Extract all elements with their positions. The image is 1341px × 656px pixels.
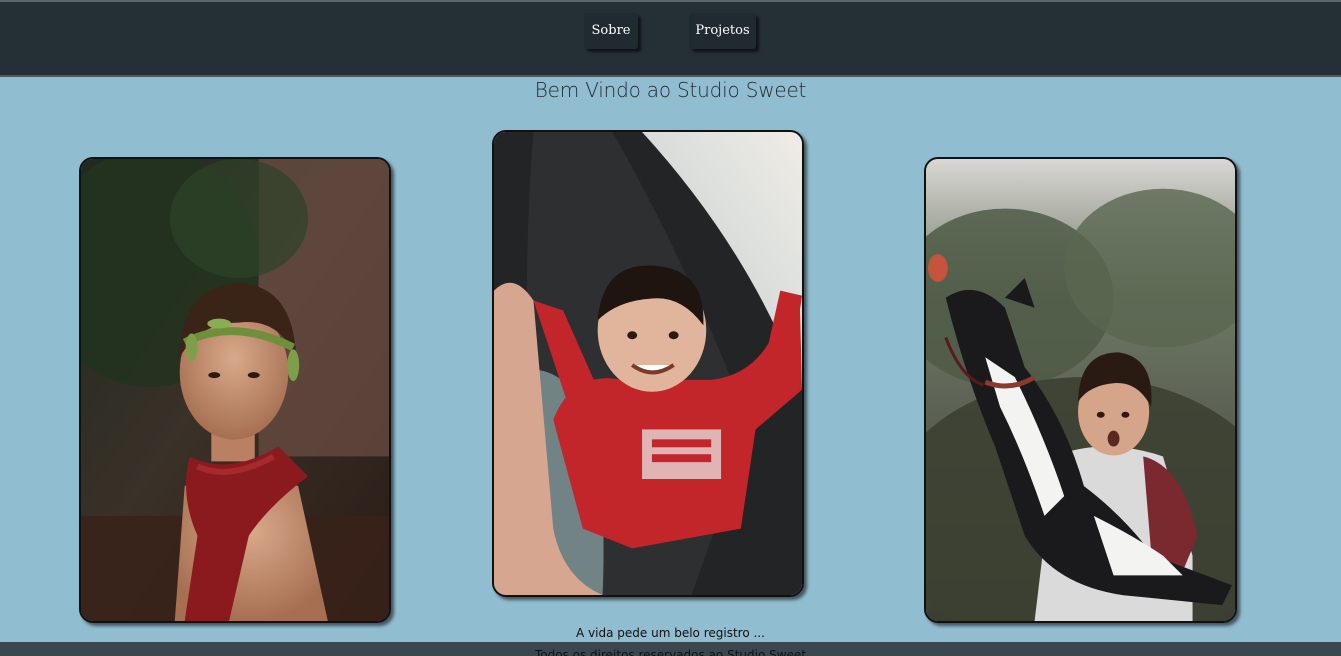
sobre-button[interactable]: Sobre [584,13,638,49]
projetos-button[interactable]: Projetos [689,13,756,49]
footer-bar: Todos os direitos reservados ao Studio S… [0,642,1341,656]
page-title: Bem Vindo ao Studio Sweet [534,78,807,102]
photo-boy-leaf-crown [79,157,391,623]
footer-copyright: Todos os direitos reservados ao Studio S… [534,648,807,656]
photo-toddler-hammock [492,130,804,597]
photo-boy-with-dog [924,157,1237,623]
tagline-text: A vida pede um belo registro ... [576,626,765,640]
header-bar: Sobre Projetos [0,0,1341,77]
